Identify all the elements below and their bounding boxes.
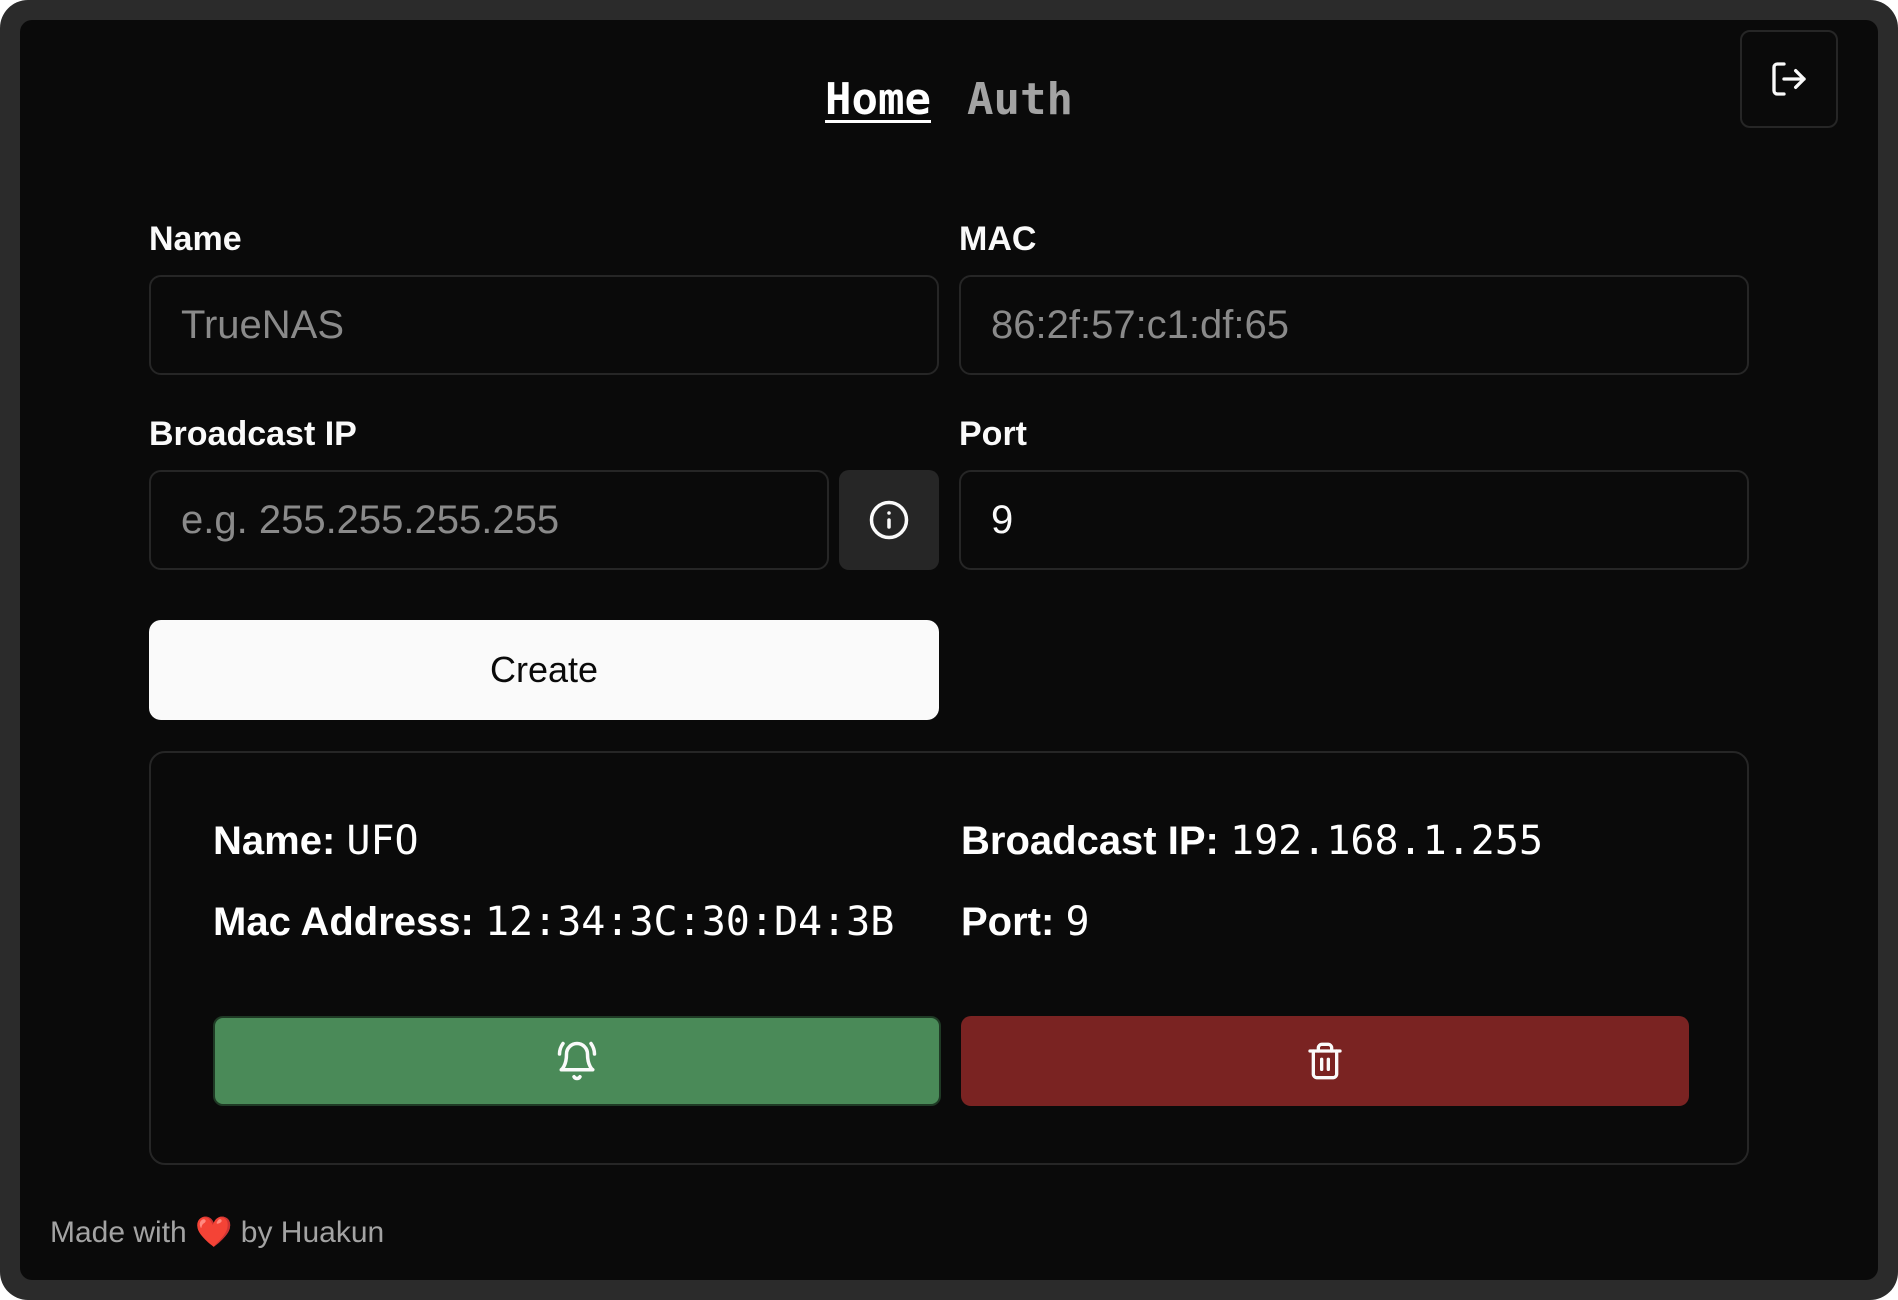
broadcast-ip-info-button[interactable] [839, 470, 939, 570]
trash-icon [1308, 1042, 1342, 1080]
bell-ring-icon [557, 1041, 597, 1081]
device-name-field: Name: UFO [213, 818, 419, 864]
nav-home-link[interactable]: Home [825, 70, 931, 130]
device-broadcast-value: 192.168.1.255 [1229, 818, 1544, 864]
wake-button[interactable] [213, 1016, 941, 1106]
app-window: Home Auth Name MAC Broadcast IP Port [20, 20, 1878, 1280]
broadcast-ip-label: Broadcast IP [149, 415, 357, 453]
name-label: Name [149, 220, 242, 258]
port-label: Port [959, 415, 1027, 453]
create-button[interactable]: Create [149, 620, 939, 720]
footer-suffix: by Huakun [240, 1216, 385, 1249]
footer: Made with ❤️ by Huakun [50, 1215, 384, 1250]
device-mac-value: 12:34:3C:30:D4:3B [484, 899, 895, 945]
heart-icon: ❤️ [195, 1216, 233, 1249]
device-port-value: 9 [1065, 899, 1090, 945]
device-mac-field: Mac Address: 12:34:3C:30:D4:3B [213, 899, 894, 945]
device-broadcast-field: Broadcast IP: 192.168.1.255 [961, 818, 1543, 864]
log-out-icon [1772, 62, 1806, 96]
mac-input[interactable] [959, 275, 1749, 375]
info-icon [869, 500, 909, 540]
device-broadcast-key: Broadcast IP: [961, 819, 1219, 863]
device-name-key: Name: [213, 819, 336, 863]
logout-button[interactable] [1740, 30, 1838, 128]
device-port-field: Port: 9 [961, 899, 1090, 945]
device-port-key: Port: [961, 900, 1055, 944]
device-mac-key: Mac Address: [213, 900, 474, 944]
footer-prefix: Made with [50, 1216, 187, 1249]
mac-label: MAC [959, 220, 1037, 258]
port-input[interactable] [959, 470, 1749, 570]
name-input[interactable] [149, 275, 939, 375]
device-card: Name: UFO Broadcast IP: 192.168.1.255 Ma… [149, 751, 1749, 1165]
window-frame: Home Auth Name MAC Broadcast IP Port [0, 0, 1898, 1300]
top-nav: Home Auth [20, 70, 1878, 130]
device-name-value: UFO [346, 818, 419, 864]
nav-auth-link[interactable]: Auth [967, 70, 1073, 130]
broadcast-ip-input[interactable] [149, 470, 829, 570]
delete-button[interactable] [961, 1016, 1689, 1106]
